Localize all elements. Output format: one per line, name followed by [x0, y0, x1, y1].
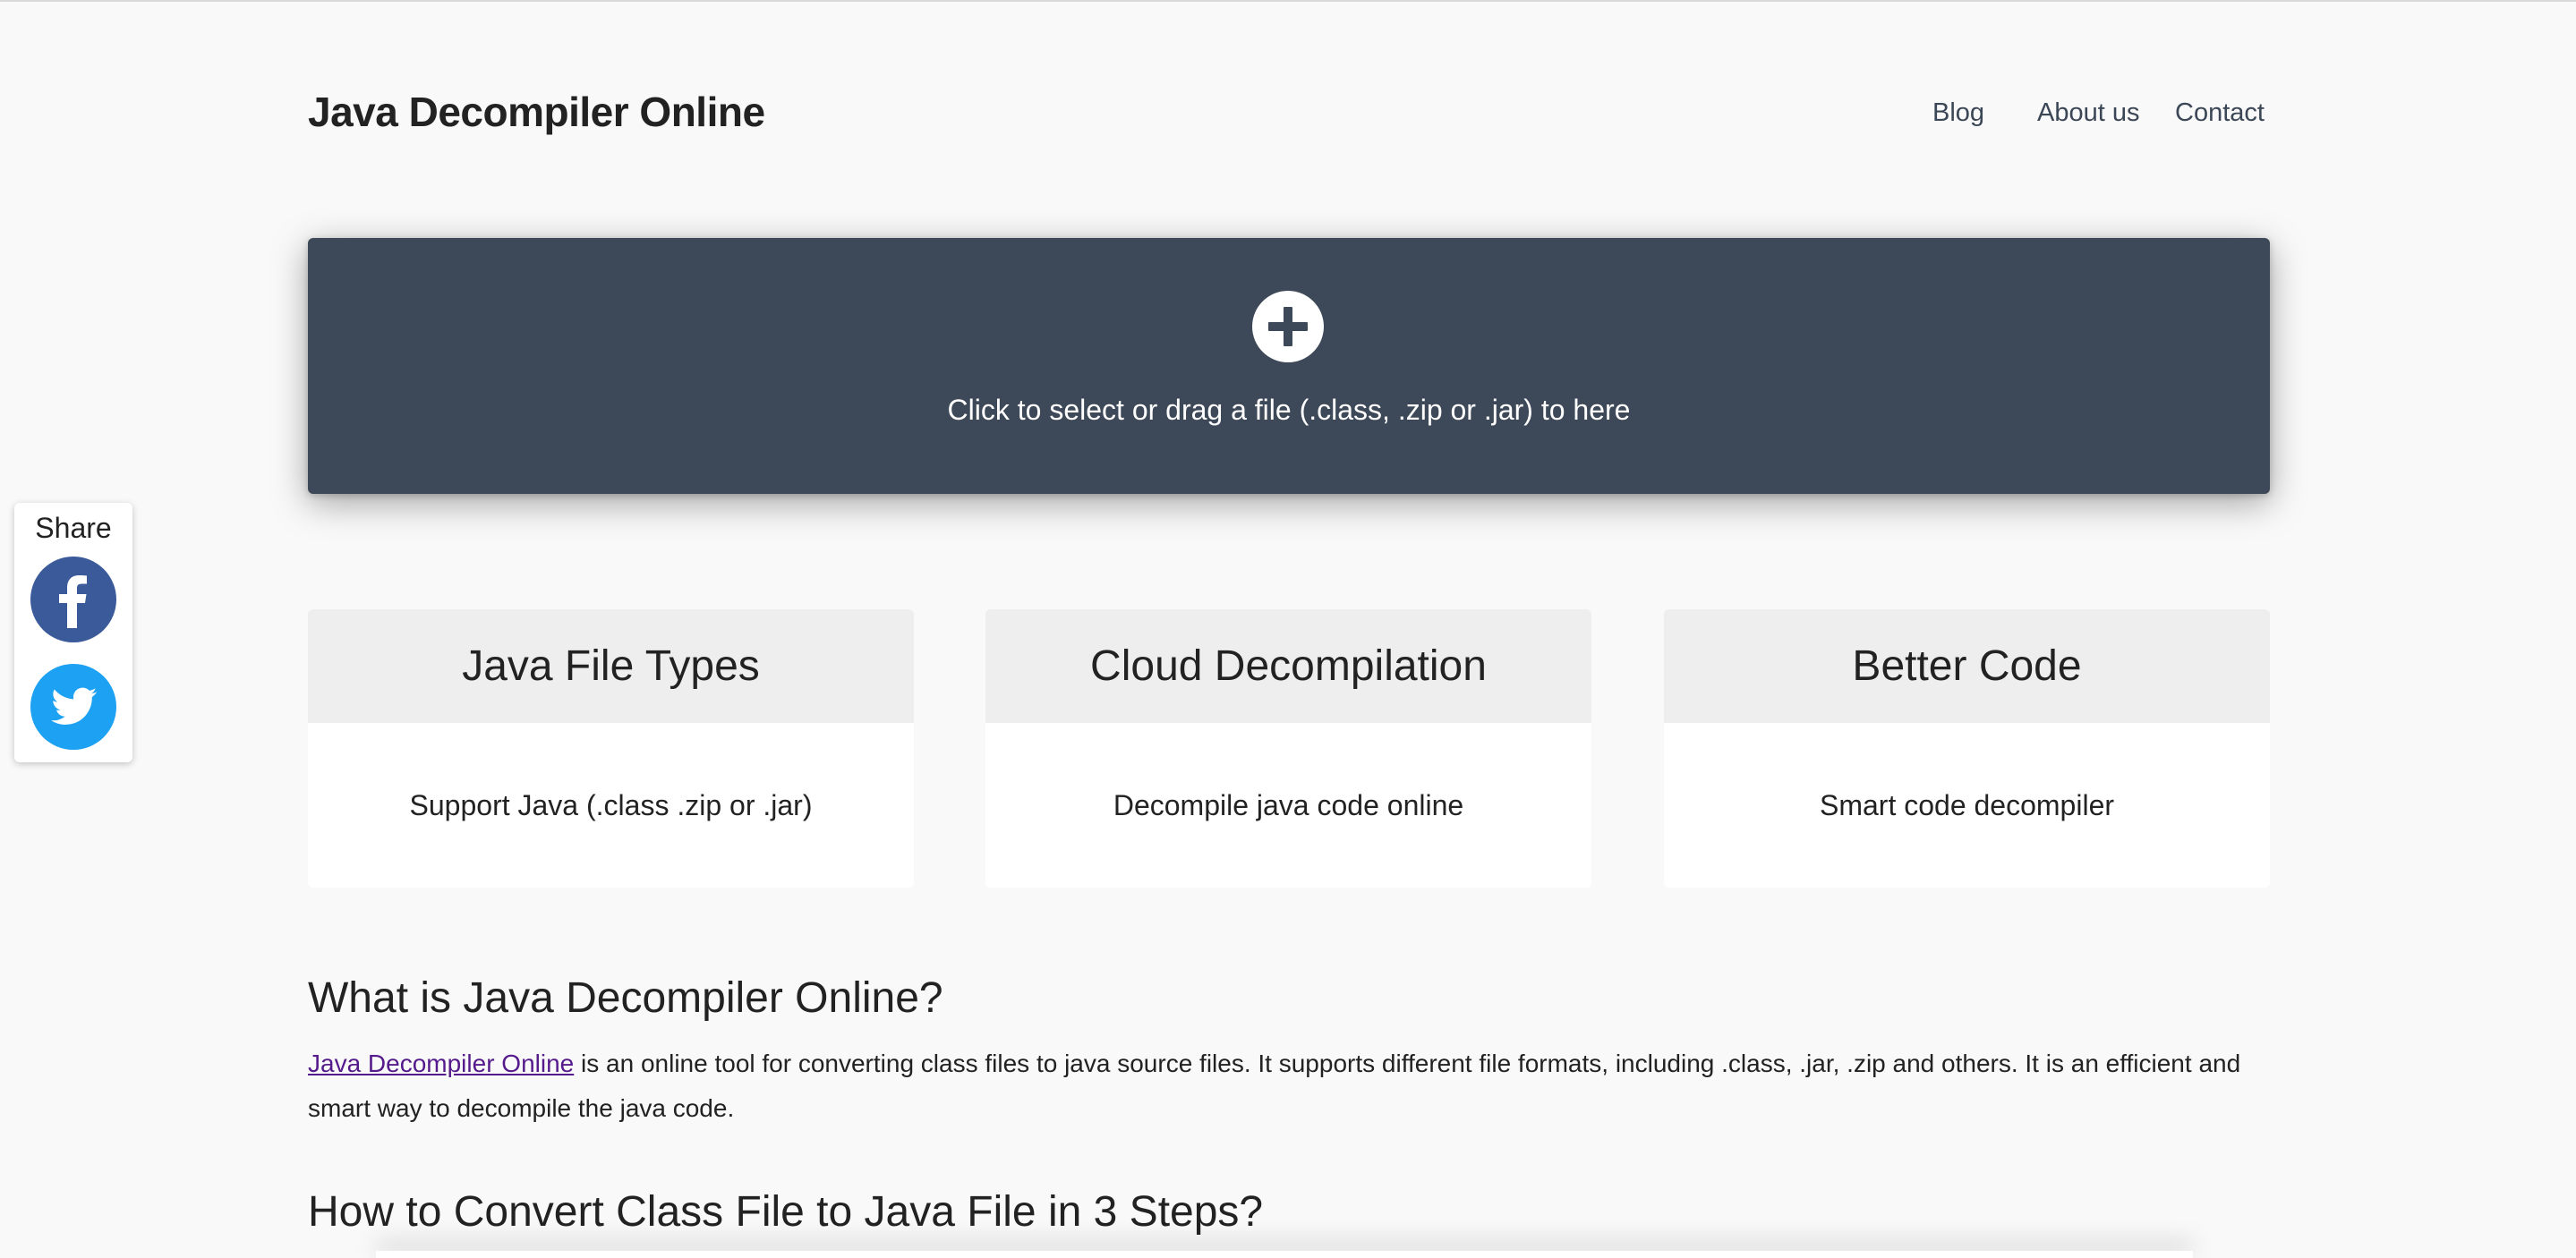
nav-link-contact[interactable]: Contact: [2175, 97, 2265, 129]
intro-paragraph: Java Decompiler Online is an online tool…: [308, 1041, 2273, 1131]
facebook-share-button[interactable]: [30, 557, 116, 642]
share-panel: Share: [14, 503, 132, 762]
nav-link-blog[interactable]: Blog: [1932, 97, 1984, 129]
top-nav: Blog About us Contact: [0, 97, 2576, 129]
next-panel-edge: [376, 1251, 2193, 1258]
feature-card-cloud-decompilation: Cloud Decompilation Decompile java code …: [985, 609, 1591, 888]
file-dropzone[interactable]: Click to select or drag a file (.class, …: [308, 238, 2270, 494]
feature-card-title: Java File Types: [308, 609, 914, 723]
feature-card-better-code: Better Code Smart code decompiler: [1664, 609, 2270, 888]
feature-card-text: Support Java (.class .zip or .jar): [409, 789, 813, 821]
section-heading-how-to: How to Convert Class File to Java File i…: [308, 1188, 1264, 1236]
nav-link-about-us[interactable]: About us: [2037, 97, 2139, 129]
plus-circle-icon[interactable]: [1252, 291, 1324, 362]
feature-card-java-file-types: Java File Types Support Java (.class .zi…: [308, 609, 914, 888]
intro-link[interactable]: Java Decompiler Online: [308, 1050, 574, 1077]
dropzone-instructions: Click to select or drag a file (.class, …: [947, 394, 1631, 426]
share-label: Share: [35, 512, 112, 544]
section-heading-what-is: What is Java Decompiler Online?: [308, 974, 943, 1022]
top-border: [0, 0, 2576, 2]
facebook-icon: [59, 575, 87, 628]
feature-card-text: Smart code decompiler: [1819, 789, 2115, 821]
feature-card-title: Better Code: [1664, 609, 2270, 723]
feature-card-title: Cloud Decompilation: [985, 609, 1591, 723]
feature-card-text: Decompile java code online: [1113, 789, 1464, 821]
intro-text: is an online tool for converting class f…: [308, 1050, 2241, 1122]
twitter-icon: [51, 687, 97, 725]
twitter-share-button[interactable]: [30, 664, 116, 750]
